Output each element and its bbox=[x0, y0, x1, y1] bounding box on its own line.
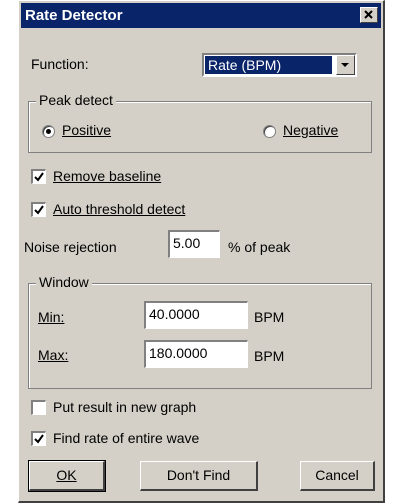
function-label: Function: bbox=[31, 56, 89, 72]
cancel-button-label: Cancel bbox=[315, 467, 359, 483]
chevron-down-icon bbox=[341, 63, 349, 67]
window-group bbox=[28, 283, 372, 389]
noise-rejection-input[interactable]: 5.00 bbox=[168, 230, 220, 258]
radio-selected-dot bbox=[46, 129, 51, 134]
dropdown-arrow-button[interactable] bbox=[336, 55, 355, 75]
new-graph-label[interactable]: Put result in new graph bbox=[53, 399, 196, 415]
min-label: Min: bbox=[38, 309, 65, 325]
title-bar[interactable]: Rate Detector bbox=[21, 3, 381, 28]
positive-radio[interactable] bbox=[42, 125, 55, 138]
max-label: Max: bbox=[38, 347, 69, 363]
entire-wave-label[interactable]: Find rate of entire wave bbox=[53, 430, 199, 446]
negative-radio[interactable] bbox=[263, 125, 276, 138]
positive-label[interactable]: Positive bbox=[62, 122, 111, 138]
noise-rejection-label: Noise rejection bbox=[24, 239, 117, 255]
close-button[interactable] bbox=[360, 7, 378, 23]
max-unit-label: BPM bbox=[254, 348, 285, 364]
window-title: Rate Detector bbox=[25, 7, 123, 24]
noise-unit-label: % of peak bbox=[228, 239, 291, 255]
function-dropdown[interactable]: Rate (BPM) bbox=[202, 53, 357, 77]
max-input[interactable]: 180.0000 bbox=[144, 340, 248, 368]
remove-baseline-checkbox[interactable] bbox=[31, 169, 46, 184]
checkmark-icon bbox=[34, 172, 44, 182]
peak-detect-legend: Peak detect bbox=[36, 92, 116, 108]
dont-find-button-label: Don't Find bbox=[166, 467, 231, 483]
checkmark-icon bbox=[34, 205, 44, 215]
new-graph-checkbox[interactable] bbox=[31, 400, 46, 415]
dont-find-button[interactable]: Don't Find bbox=[140, 461, 258, 491]
ok-button-label: OK bbox=[56, 467, 77, 483]
function-selected-value: Rate (BPM) bbox=[205, 56, 332, 74]
ok-button[interactable]: OK bbox=[28, 460, 106, 492]
checkmark-icon bbox=[34, 434, 44, 444]
auto-threshold-checkbox[interactable] bbox=[31, 202, 46, 217]
rate-detector-dialog: Rate Detector Function: Rate (BPM) Peak … bbox=[18, 0, 385, 503]
min-input[interactable]: 40.0000 bbox=[144, 301, 248, 329]
auto-threshold-label[interactable]: Auto threshold detect bbox=[53, 201, 185, 217]
entire-wave-checkbox[interactable] bbox=[31, 431, 46, 446]
min-unit-label: BPM bbox=[254, 309, 285, 325]
cancel-button[interactable]: Cancel bbox=[300, 461, 375, 491]
negative-label[interactable]: Negative bbox=[283, 122, 338, 138]
close-icon bbox=[364, 10, 373, 19]
window-legend: Window bbox=[36, 274, 92, 290]
remove-baseline-label[interactable]: Remove baseline bbox=[53, 168, 161, 184]
